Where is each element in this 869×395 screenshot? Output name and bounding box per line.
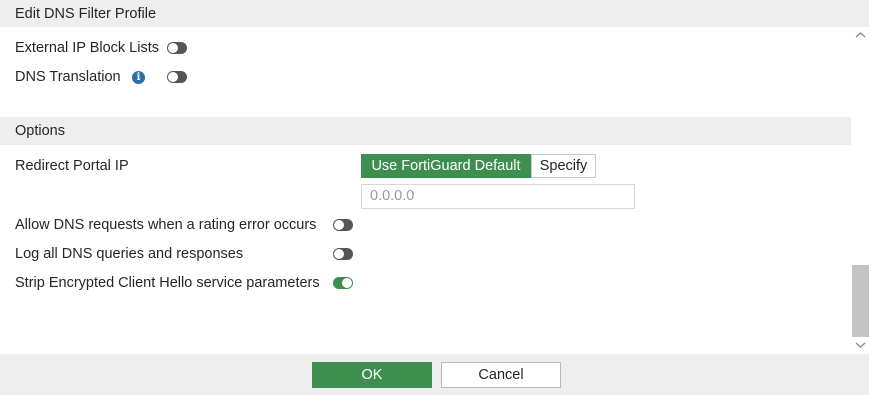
specify-button[interactable]: Specify <box>531 154 596 178</box>
dns-translation-label: DNS Translation <box>15 69 121 85</box>
options-section-header: Options <box>0 117 851 145</box>
log-all-dns-label: Log all DNS queries and responses <box>15 246 244 262</box>
dns-translation-toggle[interactable] <box>167 71 187 83</box>
external-ip-block-lists-toggle[interactable] <box>167 42 187 54</box>
strip-ech-toggle[interactable] <box>333 277 353 289</box>
chevron-down-icon[interactable] <box>855 341 866 349</box>
external-ip-block-lists-label: External IP Block Lists <box>15 40 159 56</box>
options-section-title: Options <box>15 123 65 139</box>
log-all-dns-toggle[interactable] <box>333 248 353 260</box>
allow-dns-rating-error-toggle[interactable] <box>333 219 353 231</box>
redirect-portal-ip-label: Redirect Portal IP <box>15 158 129 174</box>
chevron-up-icon[interactable] <box>855 31 866 39</box>
redirect-portal-ip-input[interactable]: 0.0.0.0 <box>361 184 635 209</box>
use-fortiguard-default-button[interactable]: Use FortiGuard Default <box>361 154 531 178</box>
dialog-footer <box>0 354 869 395</box>
dialog-title: Edit DNS Filter Profile <box>15 6 157 22</box>
cancel-button[interactable]: Cancel <box>441 362 561 388</box>
allow-dns-rating-error-label: Allow DNS requests when a rating error o… <box>15 217 317 233</box>
strip-ech-label: Strip Encrypted Client Hello service par… <box>15 275 320 291</box>
scrollbar-thumb[interactable] <box>852 265 869 337</box>
dialog-header: Edit DNS Filter Profile <box>0 0 869 27</box>
info-icon[interactable]: i <box>132 71 145 84</box>
ok-button[interactable]: OK <box>312 362 432 388</box>
